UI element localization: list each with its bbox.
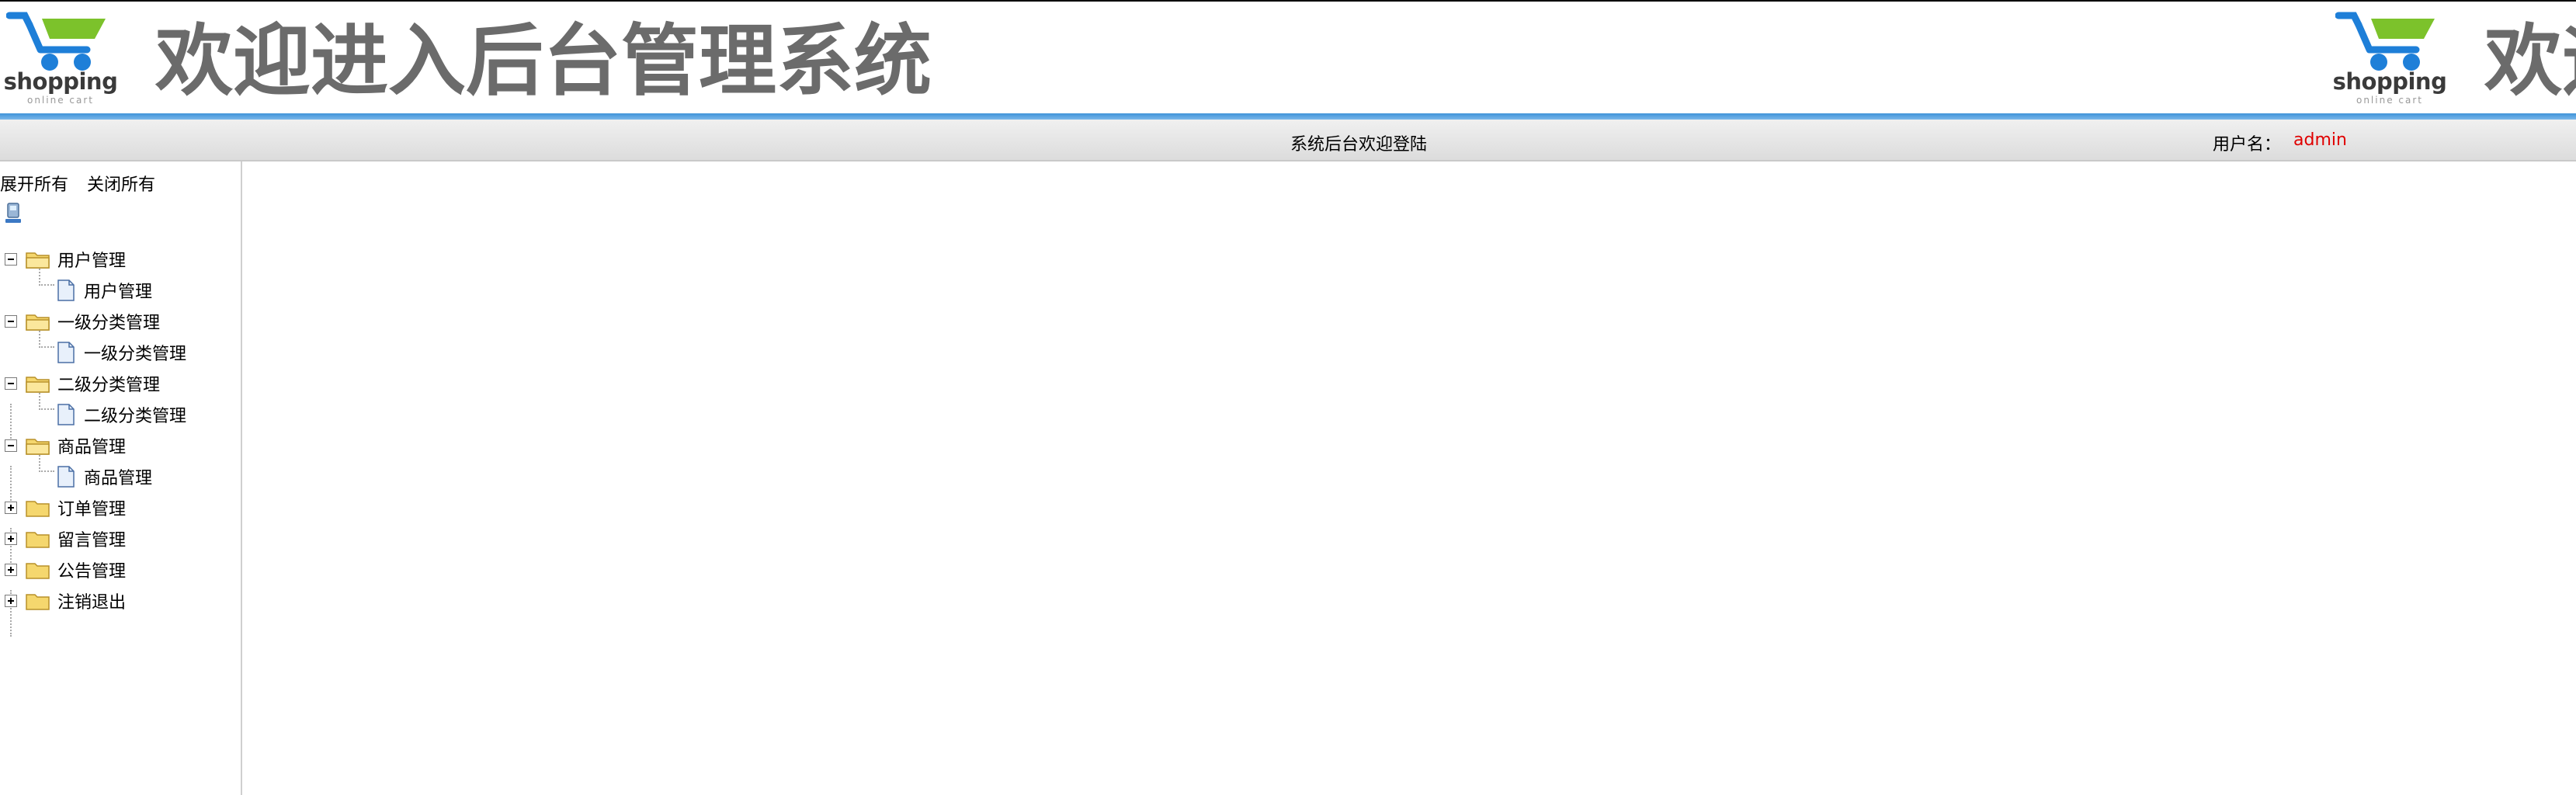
tree-node-label: 用户管理 — [57, 252, 127, 271]
header-banner: shopping online cart 欢迎进入后台管理系统 shopping… — [0, 0, 2576, 113]
tree-leaf-label: 二级分类管理 — [84, 407, 187, 426]
logo-tagline: online cart — [2356, 95, 2423, 106]
tree-leaf-primary-category[interactable]: 一级分类管理 — [54, 337, 186, 368]
tree-leaf-secondary-category[interactable]: 二级分类管理 — [54, 399, 186, 430]
collapse-toggle-icon[interactable] — [5, 253, 17, 266]
collapse-toggle-icon[interactable] — [5, 377, 17, 390]
username-value: admin — [2293, 130, 2347, 150]
expand-toggle-icon[interactable] — [5, 564, 17, 576]
folder-open-icon — [26, 439, 50, 455]
collapse-toggle-icon[interactable] — [5, 315, 17, 328]
expand-toggle-icon[interactable] — [5, 533, 17, 545]
tree-node-user-management[interactable]: 用户管理 — [0, 244, 126, 275]
tree-actions: 展开所有 关闭所有 — [0, 171, 155, 196]
tree-node-message-management[interactable]: 留言管理 — [0, 523, 126, 554]
tree-leaf-label: 用户管理 — [84, 283, 153, 302]
folder-closed-icon — [26, 501, 50, 517]
folder-open-icon — [26, 252, 50, 269]
status-bar: 系统后台欢迎登陆 用户名： admin — [0, 120, 2576, 161]
tree-node-label: 留言管理 — [57, 531, 127, 550]
tree-node-label: 公告管理 — [57, 562, 127, 581]
tree-node-product-management[interactable]: 商品管理 — [0, 430, 126, 461]
tree-node-label: 商品管理 — [57, 438, 127, 457]
welcome-text: 系统后台欢迎登陆 — [1290, 135, 1428, 154]
username-label: 用户名： — [2213, 135, 2282, 154]
tree-node-label: 订单管理 — [57, 500, 127, 519]
folder-closed-icon — [26, 563, 50, 579]
document-icon — [57, 466, 75, 488]
tree-node-order-management[interactable]: 订单管理 — [0, 492, 126, 523]
tree-leaf-product-management[interactable]: 商品管理 — [54, 461, 152, 492]
tree-leaf-user-management[interactable]: 用户管理 — [54, 275, 152, 306]
main-content-frame — [242, 161, 2576, 795]
tree-leaf-label: 商品管理 — [84, 469, 153, 488]
logo-wordmark: shopping — [2332, 68, 2447, 95]
logo-tagline: online cart — [26, 95, 94, 106]
collapse-all-link[interactable]: 关闭所有 — [87, 175, 155, 195]
tree-node-primary-category[interactable]: 一级分类管理 — [0, 306, 160, 337]
document-icon — [57, 279, 75, 301]
expand-all-link[interactable]: 展开所有 — [0, 175, 68, 195]
tree-node-label: 二级分类管理 — [57, 376, 161, 395]
folder-closed-icon — [26, 594, 50, 610]
computer-root-icon — [5, 203, 21, 223]
logo-wordmark: shopping — [3, 68, 118, 95]
header-divider — [0, 113, 2576, 120]
nav-tree-sidebar: 展开所有关闭所有 用户管理 用户管理 一级分类管理 一级分类管理 二级分类管理 — [0, 161, 242, 795]
page-title: 欢迎进入后台管理系统 — [155, 16, 932, 106]
folder-open-icon — [26, 377, 50, 393]
folder-closed-icon — [26, 532, 50, 548]
folder-open-icon — [26, 314, 50, 331]
document-icon — [57, 404, 75, 425]
expand-toggle-icon[interactable] — [5, 502, 17, 514]
tree-node-secondary-category[interactable]: 二级分类管理 — [0, 368, 160, 399]
page-title-repeat: 欢迎进入后台管理系统 — [2484, 16, 2576, 106]
collapse-toggle-icon[interactable] — [5, 439, 17, 452]
tree-leaf-label: 一级分类管理 — [84, 345, 187, 364]
document-icon — [57, 342, 75, 363]
tree-node-logout[interactable]: 注销退出 — [0, 585, 126, 616]
tree-node-label: 一级分类管理 — [57, 314, 161, 333]
tree-node-notice-management[interactable]: 公告管理 — [0, 554, 126, 585]
expand-toggle-icon[interactable] — [5, 595, 17, 607]
tree-node-label: 注销退出 — [57, 593, 127, 613]
